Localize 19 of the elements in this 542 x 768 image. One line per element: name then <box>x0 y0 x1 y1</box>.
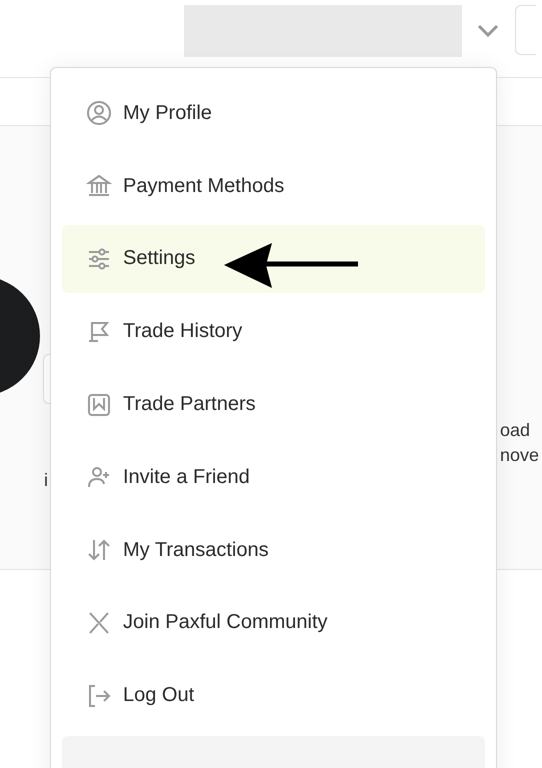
logout-icon <box>86 682 112 709</box>
sliders-icon <box>86 246 112 272</box>
menu-item[interactable]: Log Out <box>62 661 485 730</box>
bookmark-icon <box>86 392 112 418</box>
edge-button[interactable] <box>515 5 536 55</box>
text-fragment: nove <box>500 444 540 467</box>
menu-item[interactable]: My Profile <box>62 79 485 148</box>
menu-item[interactable]: My Transactions <box>62 516 485 585</box>
menu-item[interactable]: Payment Methods <box>62 152 485 221</box>
menu-item[interactable]: Invite a Friend <box>62 442 485 512</box>
text-fragment: i <box>44 469 48 492</box>
menu-item[interactable]: Join Paxful Community <box>62 588 485 658</box>
text-fragment: oad <box>500 419 532 442</box>
menu-item[interactable]: Settings <box>62 224 485 294</box>
menu-item[interactable]: Trade History <box>62 297 485 366</box>
chevron-down-icon[interactable] <box>477 24 499 38</box>
menu-item[interactable]: Trade Partners <box>62 370 485 439</box>
account-placeholder[interactable] <box>184 5 462 57</box>
user-circle-icon <box>86 100 112 126</box>
